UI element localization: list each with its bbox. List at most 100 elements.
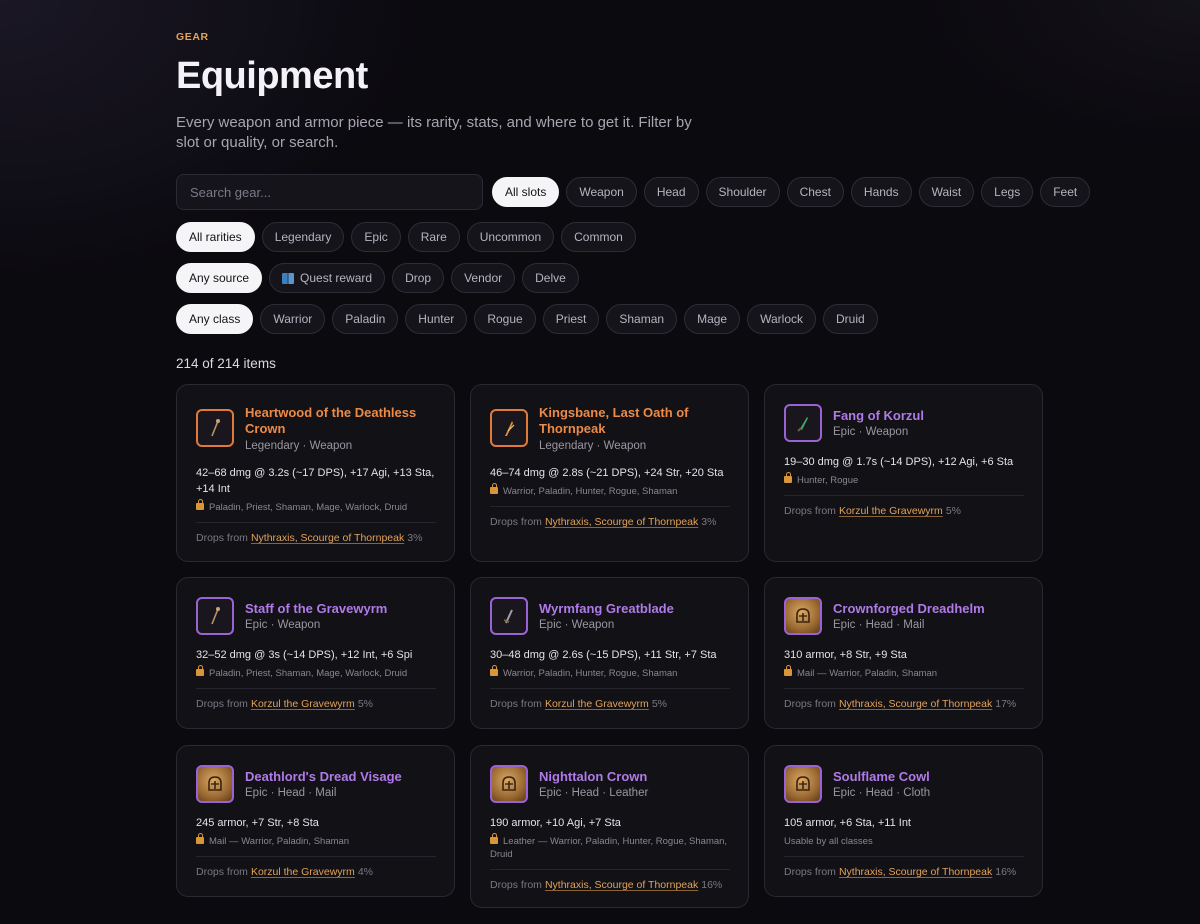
source-prefix: Drops from <box>490 879 542 891</box>
item-source: Drops from Nythraxis, Scourge of Thornpea… <box>490 516 716 528</box>
rarity-chip-epic[interactable]: Epic <box>351 222 401 252</box>
source-chip-drop[interactable]: Drop <box>392 263 445 293</box>
source-chip-vendor[interactable]: Vendor <box>451 263 516 293</box>
source-chip-delve[interactable]: Delve <box>522 263 579 293</box>
item-card[interactable]: Fang of Korzul Epic · Weapon 19–30 dmg @… <box>764 384 1043 562</box>
slot-chip-label: All slots <box>505 185 547 199</box>
class-chip-druid[interactable]: Druid <box>823 304 878 334</box>
slot-chip-hands[interactable]: Hands <box>850 177 912 207</box>
item-meta: Epic · Head · Leather <box>539 787 649 799</box>
class-chip-priest[interactable]: Priest <box>542 304 600 334</box>
item-name[interactable]: Crownforged Dreadhelm <box>833 601 1028 617</box>
item-name[interactable]: Heartwood of the Deathless Crown <box>245 405 440 437</box>
rarity-chip-all-rarities[interactable]: All rarities <box>176 222 255 252</box>
item-meta: Legendary · Weapon <box>245 440 353 452</box>
boss-link[interactable]: Nythraxis, Scourge of Thornpeak <box>251 532 404 544</box>
item-meta: Epic · Head · Cloth <box>833 787 931 799</box>
item-stats: 310 armor, +8 Str, +9 Sta <box>784 649 907 661</box>
item-classes: Warrior, Paladin, Hunter, Rogue, Shaman <box>490 665 735 680</box>
class-chip-warrior[interactable]: Warrior <box>260 304 326 334</box>
slot-chip-feet[interactable]: Feet <box>1040 177 1091 207</box>
boss-link[interactable]: Korzul the Gravewyrm <box>251 866 355 878</box>
item-stats: 30–48 dmg @ 2.6s (~15 DPS), +11 Str, +7 … <box>490 649 717 661</box>
item-classes: Mail — Warrior, Paladin, Shaman <box>784 665 1029 680</box>
item-meta: Epic · Head · Mail <box>833 619 925 631</box>
class-chip-hunter[interactable]: Hunter <box>405 304 468 334</box>
item-classes: Mail — Warrior, Paladin, Shaman <box>196 833 441 848</box>
rarity-chip-label: Legendary <box>274 230 332 244</box>
item-name[interactable]: Wyrmfang Greatblade <box>539 601 734 617</box>
source-chip-any-source[interactable]: Any source <box>176 263 263 293</box>
rarity-chip-legendary[interactable]: Legendary <box>261 222 345 252</box>
rarity-chip-common[interactable]: Common <box>561 222 636 252</box>
slot-chip-label: Head <box>656 185 686 199</box>
slot-chip-label: Legs <box>994 185 1021 199</box>
item-source: Drops from Korzul the Gravewyrm 5% <box>196 698 373 710</box>
slot-chip-head[interactable]: Head <box>643 177 699 207</box>
class-chip-mage[interactable]: Mage <box>684 304 741 334</box>
boss-link[interactable]: Nythraxis, Scourge of Thornpeak <box>545 879 698 891</box>
item-name[interactable]: Fang of Korzul <box>833 408 1028 424</box>
lock-icon <box>490 665 498 676</box>
source-prefix: Drops from <box>490 516 542 528</box>
boss-link[interactable]: Nythraxis, Scourge of Thornpeak <box>839 698 992 710</box>
class-chip-label: Mage <box>697 312 728 326</box>
item-card[interactable]: Soulflame Cowl Epic · Head · Cloth 105 a… <box>764 745 1043 897</box>
item-stats: 42–68 dmg @ 3.2s (~17 DPS), +17 Agi, +13… <box>196 467 435 495</box>
lock-icon <box>490 833 498 844</box>
lock-icon <box>196 499 204 510</box>
item-card[interactable]: Wyrmfang Greatblade Epic · Weapon 30–48 … <box>470 577 749 729</box>
card-divider <box>490 688 730 689</box>
source-chip-label: Vendor <box>464 271 503 285</box>
search-input[interactable] <box>176 174 483 210</box>
rarity-chip-uncommon[interactable]: Uncommon <box>466 222 555 252</box>
slot-chip-weapon[interactable]: Weapon <box>566 177 637 207</box>
slot-chip-waist[interactable]: Waist <box>918 177 975 207</box>
item-name[interactable]: Kingsbane, Last Oath of Thornpeak <box>539 405 734 437</box>
rarity-filter-row: All rarities Legendary Epic Rare Uncommon Com… <box>176 222 636 252</box>
class-chip-paladin[interactable]: Paladin <box>332 304 399 334</box>
class-chip-any-class[interactable]: Any class <box>176 304 254 334</box>
slot-chip-chest[interactable]: Chest <box>786 177 844 207</box>
item-card[interactable]: Crownforged Dreadhelm Epic · Head · Mail… <box>764 577 1043 729</box>
drop-chance: 3% <box>407 532 423 544</box>
item-card[interactable]: Heartwood of the Deathless Crown Legenda… <box>176 384 455 562</box>
staff-icon <box>196 409 234 447</box>
source-prefix: Drops from <box>784 698 836 710</box>
slot-chip-legs[interactable]: Legs <box>981 177 1034 207</box>
card-divider <box>490 869 730 870</box>
item-name[interactable]: Nighttalon Crown <box>539 769 734 785</box>
class-chip-shaman[interactable]: Shaman <box>606 304 678 334</box>
item-name[interactable]: Staff of the Gravewyrm <box>245 601 440 617</box>
lock-icon <box>196 665 204 676</box>
slot-chip-label: Weapon <box>579 185 624 199</box>
source-prefix: Drops from <box>490 698 542 710</box>
boss-link[interactable]: Nythraxis, Scourge of Thornpeak <box>839 866 992 878</box>
item-name[interactable]: Deathlord's Dread Visage <box>245 769 440 785</box>
card-divider <box>196 522 436 523</box>
class-chip-warlock[interactable]: Warlock <box>747 304 816 334</box>
boss-link[interactable]: Nythraxis, Scourge of Thornpeak <box>545 516 698 528</box>
item-card[interactable]: Deathlord's Dread Visage Epic · Head · M… <box>176 745 455 897</box>
item-classes-label: Paladin, Priest, Shaman, Mage, Warlock, … <box>209 668 408 679</box>
rarity-chip-rare[interactable]: Rare <box>407 222 460 252</box>
item-source: Drops from Korzul the Gravewyrm 5% <box>490 698 667 710</box>
card-divider <box>196 856 436 857</box>
item-card[interactable]: Staff of the Gravewyrm Epic · Weapon 32–… <box>176 577 455 729</box>
item-name[interactable]: Soulflame Cowl <box>833 769 1028 785</box>
drop-chance: 17% <box>995 698 1017 710</box>
source-chip-quest-reward[interactable]: Quest reward <box>269 263 386 293</box>
class-chip-rogue[interactable]: Rogue <box>474 304 536 334</box>
card-divider <box>784 688 1024 689</box>
class-chip-label: Rogue <box>487 312 523 326</box>
item-card[interactable]: Nighttalon Crown Epic · Head · Leather 1… <box>470 745 749 908</box>
item-card[interactable]: Kingsbane, Last Oath of Thornpeak Legend… <box>470 384 749 562</box>
slot-chip-all-slots[interactable]: All slots <box>492 177 560 207</box>
boss-link[interactable]: Korzul the Gravewyrm <box>545 698 649 710</box>
result-count: 214 of 214 items <box>176 356 276 371</box>
slot-chip-shoulder[interactable]: Shoulder <box>705 177 780 207</box>
boss-link[interactable]: Korzul the Gravewyrm <box>839 505 943 517</box>
source-prefix: Drops from <box>784 866 836 878</box>
boss-link[interactable]: Korzul the Gravewyrm <box>251 698 355 710</box>
item-source: Drops from Korzul the Gravewyrm 5% <box>784 505 961 517</box>
